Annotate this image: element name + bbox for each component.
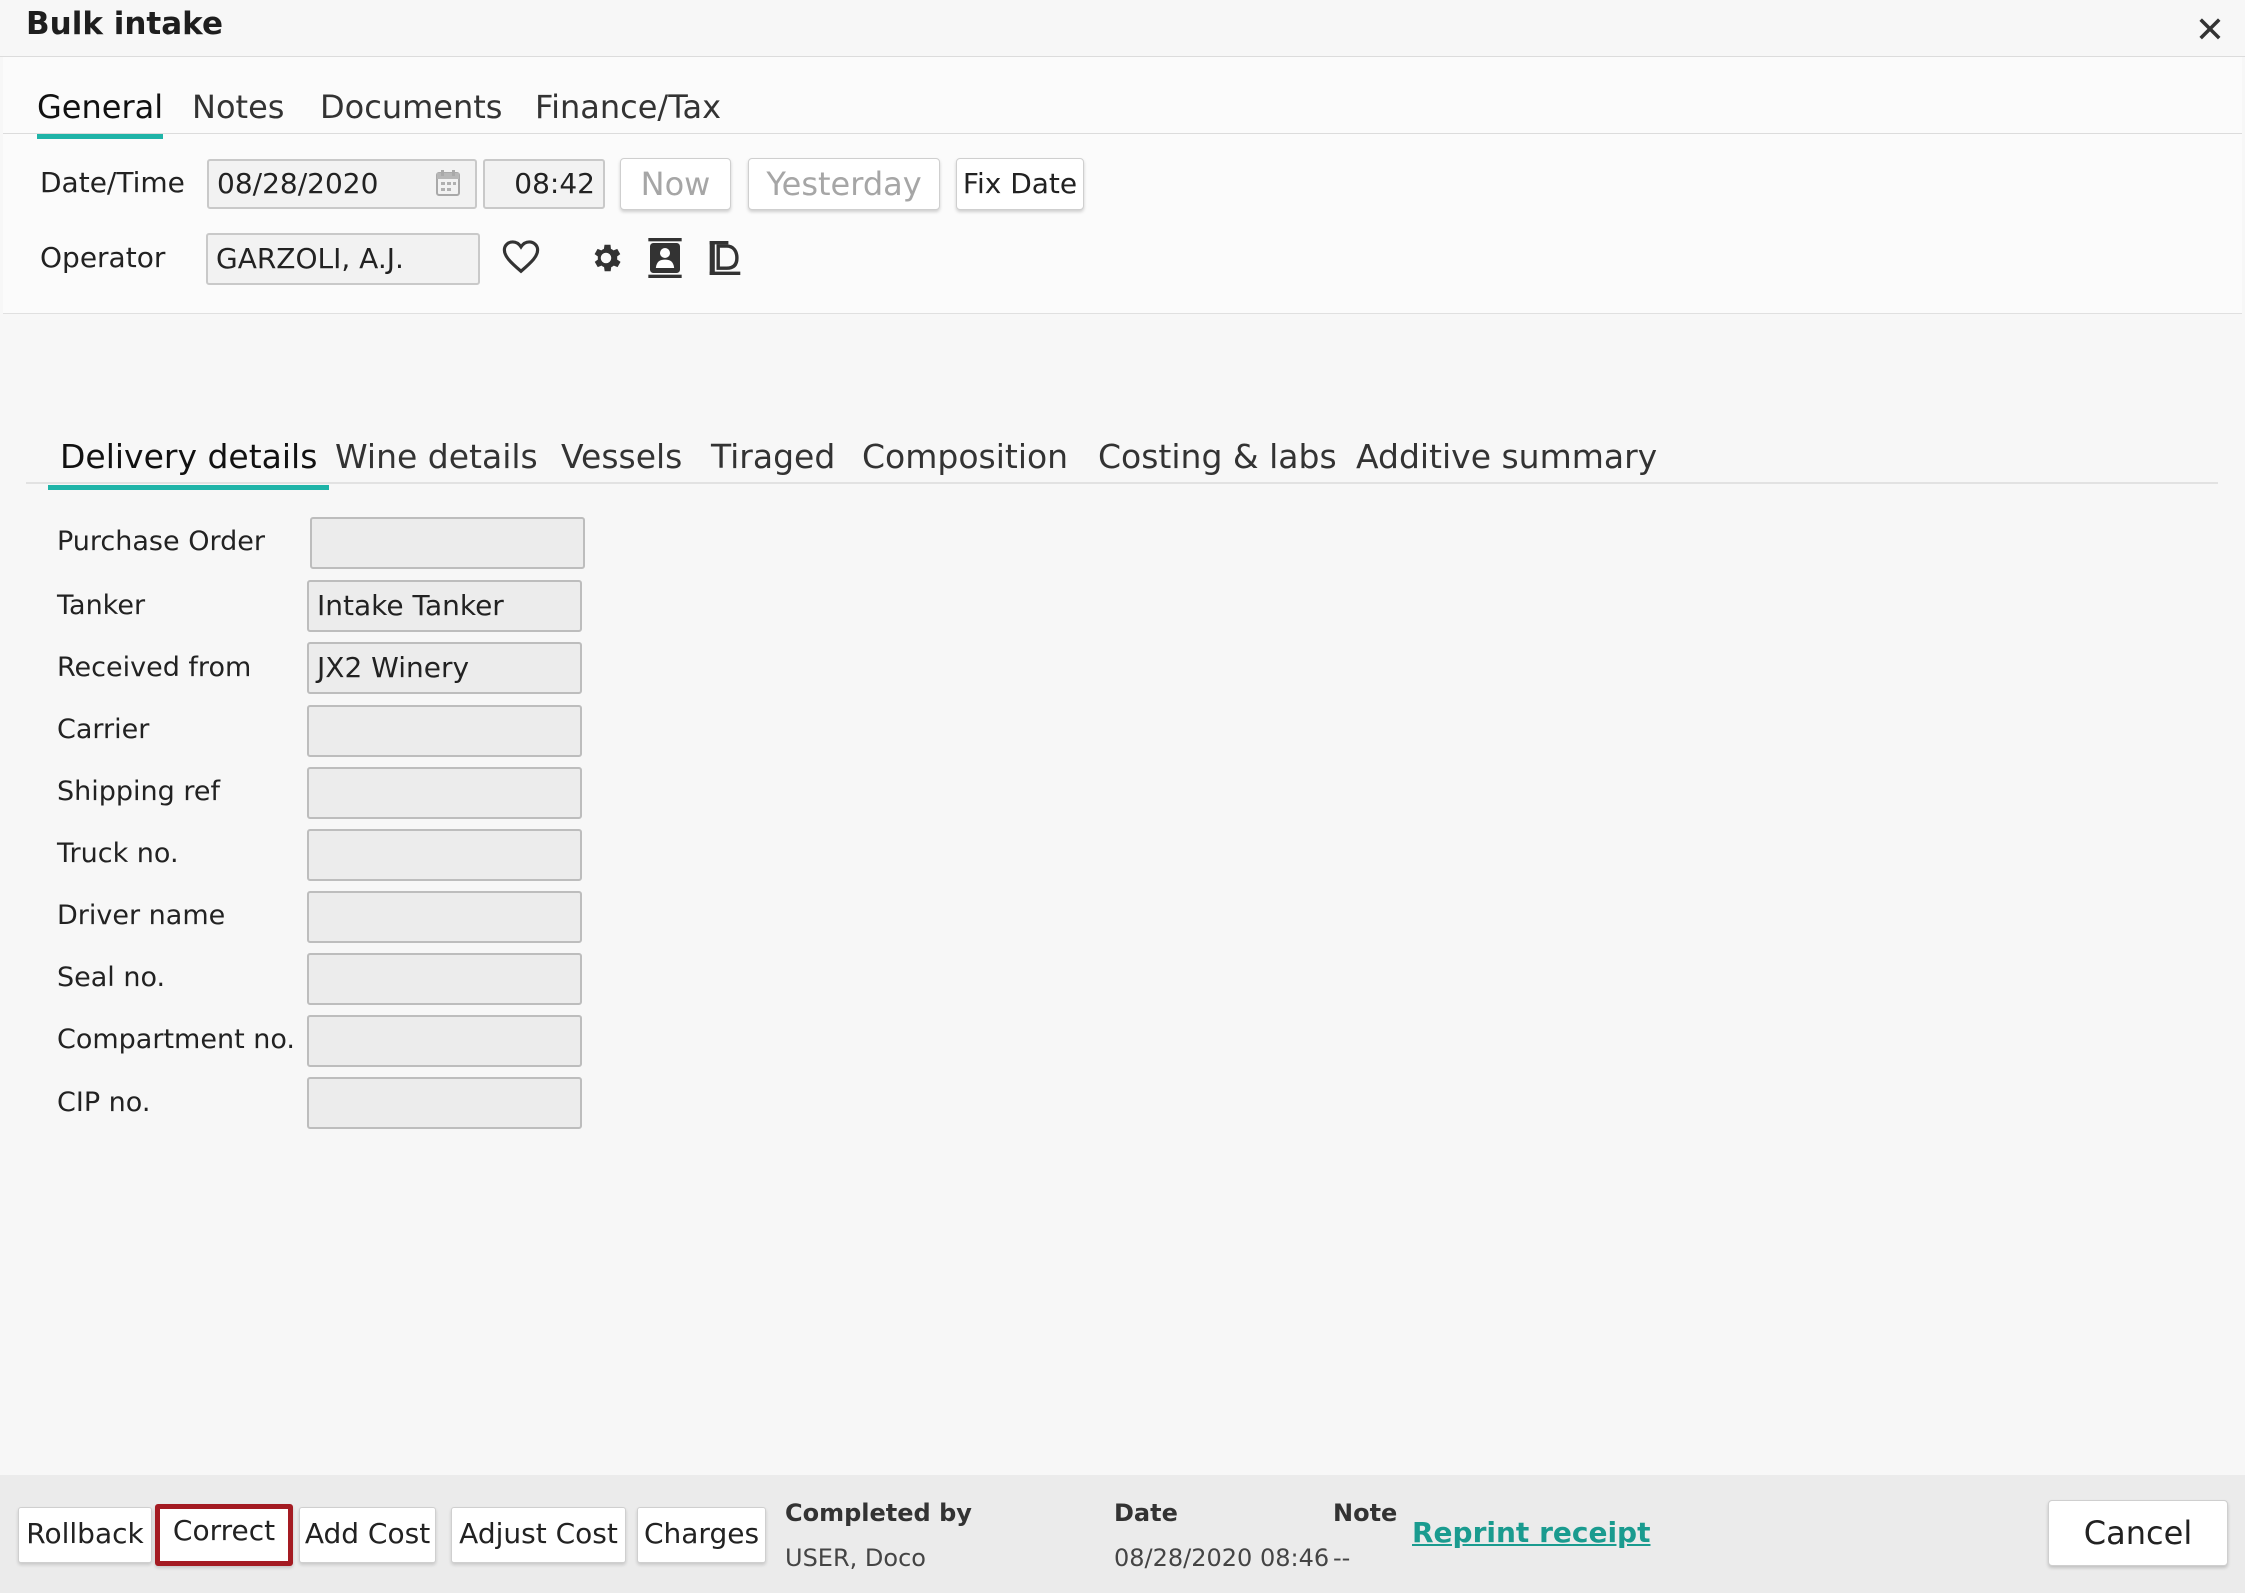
driver-name-label: Driver name (57, 900, 226, 931)
tanker-field[interactable]: Intake Tanker (307, 580, 582, 632)
tab-finance-tax[interactable]: Finance/Tax (535, 84, 721, 134)
completed-date-value: 08/28/2020 08:46 (1114, 1544, 1330, 1572)
charges-button[interactable]: Charges (637, 1507, 766, 1563)
time-input[interactable]: 08:42 (483, 159, 605, 209)
subtab-costing-labs[interactable]: Costing & labs (1098, 433, 1337, 485)
truck-no-label: Truck no. (57, 838, 179, 869)
subtab-tiraged[interactable]: Tiraged (711, 433, 835, 485)
shipping-ref-label: Shipping ref (57, 776, 220, 807)
rollback-button[interactable]: Rollback (18, 1507, 152, 1563)
tab-documents[interactable]: Documents (320, 84, 502, 134)
purchase-order-field[interactable] (310, 517, 585, 569)
heart-icon[interactable] (502, 239, 540, 277)
date-label: Date (1114, 1499, 1178, 1527)
now-button[interactable]: Now (620, 158, 731, 210)
title-bar (0, 0, 2245, 57)
document-icon[interactable] (708, 239, 742, 277)
subtab-additive-summary[interactable]: Additive summary (1356, 433, 1657, 485)
received-from-label: Received from (57, 652, 252, 683)
correct-button[interactable]: Correct (155, 1504, 293, 1566)
tanker-label: Tanker (57, 590, 146, 621)
calendar-icon[interactable] (436, 170, 460, 196)
received-from-field[interactable]: JX2 Winery (307, 642, 582, 694)
subtab-vessels[interactable]: Vessels (561, 433, 682, 485)
date-value: 08/28/2020 (217, 167, 379, 200)
cip-no-field[interactable] (307, 1077, 582, 1129)
note-label: Note (1333, 1499, 1398, 1527)
close-icon[interactable]: ✕ (2195, 10, 2225, 51)
subtab-composition[interactable]: Composition (862, 433, 1068, 485)
adjust-cost-button[interactable]: Adjust Cost (451, 1507, 626, 1563)
time-value: 08:42 (514, 167, 595, 200)
yesterday-button[interactable]: Yesterday (748, 158, 940, 210)
tab-notes[interactable]: Notes (192, 84, 284, 134)
fix-date-button[interactable]: Fix Date (956, 158, 1084, 210)
datetime-label: Date/Time (40, 166, 185, 199)
add-cost-button[interactable]: Add Cost (299, 1507, 436, 1563)
operator-label: Operator (40, 241, 166, 274)
truck-no-field[interactable] (307, 829, 582, 881)
operator-value: GARZOLI, A.J. (216, 242, 404, 275)
compartment-no-field[interactable] (307, 1015, 582, 1067)
purchase-order-label: Purchase Order (57, 526, 265, 557)
seal-no-label: Seal no. (57, 962, 166, 993)
note-value: -- (1333, 1544, 1351, 1572)
completed-by-label: Completed by (785, 1499, 972, 1527)
seal-no-field[interactable] (307, 953, 582, 1005)
driver-name-field[interactable] (307, 891, 582, 943)
cancel-button[interactable]: Cancel (2048, 1500, 2228, 1566)
operator-input[interactable]: GARZOLI, A.J. (206, 233, 480, 285)
cip-no-label: CIP no. (57, 1087, 151, 1118)
carrier-field[interactable] (307, 705, 582, 757)
subtab-wine-details[interactable]: Wine details (335, 433, 538, 485)
contact-card-icon[interactable] (648, 238, 684, 278)
subtab-divider (26, 482, 2218, 484)
gear-icon[interactable] (588, 240, 624, 276)
reprint-receipt-link[interactable]: Reprint receipt (1412, 1516, 1650, 1549)
compartment-no-label: Compartment no. (57, 1024, 295, 1055)
completed-by-value: USER, Doco (785, 1544, 926, 1572)
shipping-ref-field[interactable] (307, 767, 582, 819)
carrier-label: Carrier (57, 714, 150, 745)
tab-general[interactable]: General (37, 84, 164, 139)
tab-divider (3, 133, 2242, 134)
dialog-title: Bulk intake (26, 6, 223, 42)
